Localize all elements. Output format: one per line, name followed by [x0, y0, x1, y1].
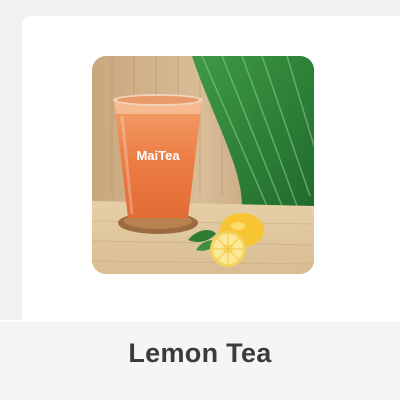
tea-cup-icon: MaiTea: [113, 94, 203, 218]
left-background-strip: [0, 0, 22, 320]
product-name[interactable]: Lemon Tea: [0, 338, 400, 369]
cup-brand-logo: MaiTea: [136, 148, 180, 163]
product-image[interactable]: MaiTea: [92, 56, 314, 274]
product-tile[interactable]: MaiTea Lemon Tea: [0, 0, 400, 400]
